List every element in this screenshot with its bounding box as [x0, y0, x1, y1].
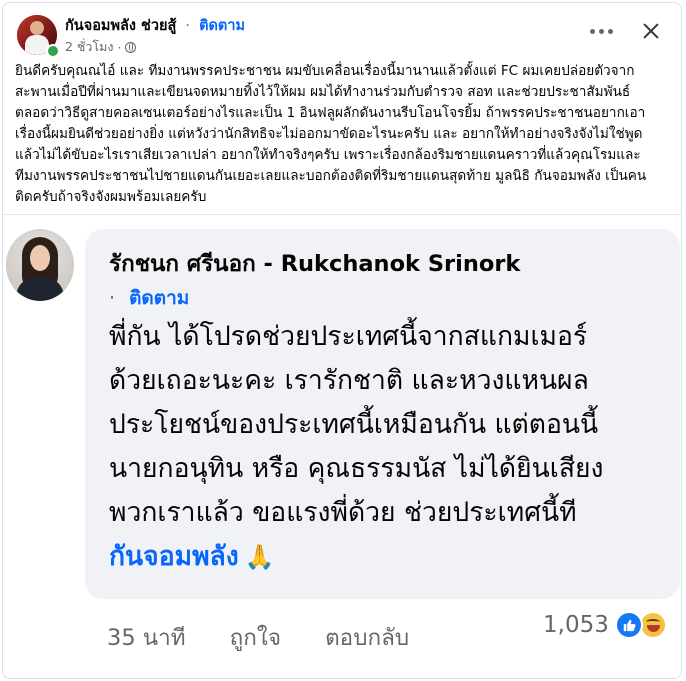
reaction-summary[interactable]: 1,053	[543, 611, 667, 639]
reaction-count: 1,053	[543, 612, 609, 638]
folded-hands-icon: 🙏	[244, 543, 275, 571]
reply-button[interactable]: ตอบกลับ	[325, 619, 409, 655]
like-reaction-icon	[614, 611, 643, 639]
post-header: กันจอมพลัง ช่วยสู้ · ติดตาม 2 ชั่วโมง ·	[3, 3, 681, 63]
post-text-line: แล้วไม่ได้ขับอะไรเราเสียเวลาเปล่า อยากให…	[15, 147, 641, 163]
comment-line: ประโยชน์ของประเทศนี้เหมือนกัน แต่ตอนนี้	[109, 409, 599, 440]
close-icon[interactable]	[637, 18, 665, 46]
more-options-icon[interactable]	[590, 25, 614, 37]
post-time[interactable]: 2 ชั่วโมง	[65, 37, 114, 57]
post-text-line: ทีมงานพรรคประชาชนไปชายแดนกันเยอะเลยและบอ…	[15, 168, 647, 184]
commenter-avatar[interactable]	[6, 229, 74, 301]
post-text-line: ยินดีครับคุณณไอ์ และ ทีมงานพรรคประชาชน ผ…	[15, 63, 635, 79]
comment-line: นายกอนุทิน หรือ คุณธรรมนัส ไม่ได้ยินเสีย…	[109, 453, 604, 484]
shared-comment: รักชนก ศรีนอก - Rukchanok Srinork · ติดต…	[3, 214, 681, 678]
comment-time[interactable]: 35 นาที	[107, 619, 186, 655]
separator-dot: ·	[109, 287, 116, 309]
online-status-icon	[46, 44, 60, 58]
post-card: กันจอมพลัง ช่วยสู้ · ติดตาม 2 ชั่วโมง · …	[2, 2, 682, 679]
author-name[interactable]: กันจอมพลัง ช่วยสู้	[65, 18, 176, 34]
post-text-line: สะพานเมื่อปีที่ผ่านมาและเขียนจดหมายทิ้งไ…	[15, 84, 631, 100]
comment-mention-line: กันจอมพลัง 🙏	[109, 535, 674, 579]
comment-line: ด้วยเถอะนะคะ เรารักชาติ และหวงแหนผล	[109, 365, 589, 396]
follow-button[interactable]: ติดตาม	[199, 18, 245, 34]
separator-dot: ·	[185, 18, 191, 34]
separator-dot: ·	[117, 39, 122, 55]
post-meta: 2 ชั่วโมง ·	[65, 37, 137, 57]
post-text: ยินดีครับคุณณไอ์ และ ทีมงานพรรคประชาชน ผ…	[15, 61, 671, 208]
commenter-follow-row: · ติดตาม	[109, 283, 189, 313]
thumbs-up-glyph	[623, 619, 636, 632]
like-button[interactable]: ถูกใจ	[230, 619, 281, 655]
post-text-line: เรื่องนี้ผมยินดีช่วยอย่างยิ่ง แต่หวังว่า…	[15, 126, 643, 142]
avatar-head	[30, 21, 44, 35]
post-text-line: ติดครับถ้าจริงจังผมพร้อมเลยครับ	[15, 189, 207, 205]
mention-link[interactable]: กันจอมพลัง	[109, 541, 239, 572]
comment-bubble: รักชนก ศรีนอก - Rukchanok Srinork · ติดต…	[85, 229, 680, 599]
comment-line: พวกเราแล้ว ขอแรงพี่ด้วย ช่วยประเทศนี้ที	[109, 497, 577, 528]
post-text-line: ตลอดว่าวิธีดูสายคอลเซนเตอร์อย่างไรและเป็…	[15, 105, 646, 121]
avatar-face	[30, 245, 50, 271]
globe-icon[interactable]	[125, 41, 137, 53]
author-row: กันจอมพลัง ช่วยสู้ · ติดตาม	[65, 14, 245, 37]
more-dot	[608, 28, 613, 34]
comment-body: พี่กัน ได้โปรดช่วยประเทศนี้จากสแกมเมอร์ …	[109, 315, 674, 579]
more-dot	[590, 28, 595, 34]
commenter-name[interactable]: รักชนก ศรีนอก - Rukchanok Srinork	[109, 245, 520, 281]
comment-line: พี่กัน ได้โปรดช่วยประเทศนี้จากสแกมเมอร์	[109, 321, 588, 352]
more-dot	[599, 28, 604, 34]
commenter-follow-button[interactable]: ติดตาม	[129, 287, 189, 309]
comment-actions: 35 นาที ถูกใจ ตอบกลับ	[107, 619, 409, 655]
haha-reaction-icon	[638, 611, 667, 639]
